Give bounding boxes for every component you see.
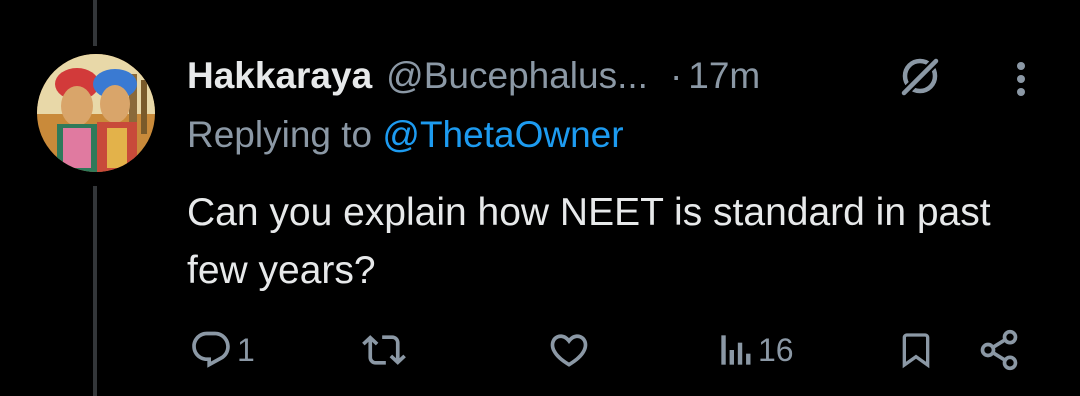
avatar[interactable] — [37, 54, 155, 172]
retweet-button[interactable] — [360, 322, 408, 378]
more-icon[interactable] — [1004, 58, 1038, 100]
avatar-image — [37, 54, 155, 172]
bookmark-icon — [902, 333, 930, 369]
reply-to-mention[interactable]: @ThetaOwner — [382, 114, 623, 155]
views-icon — [721, 335, 751, 365]
replying-to: Replying to @ThetaOwner — [187, 114, 624, 156]
retweet-icon — [362, 335, 406, 365]
replying-to-label: Replying to — [187, 114, 373, 155]
thread-line-top — [93, 0, 97, 46]
action-bar: 1 16 — [0, 322, 1080, 378]
like-button[interactable] — [546, 322, 592, 378]
share-button[interactable] — [976, 322, 1022, 378]
bookmark-button[interactable] — [896, 322, 936, 378]
timestamp[interactable]: 17m — [688, 55, 760, 97]
grok-icon-glyph — [898, 55, 942, 99]
author-name[interactable]: Hakkaraya — [187, 55, 372, 97]
views-button[interactable]: 16 — [718, 322, 794, 378]
tweet-header: Hakkaraya @Bucephalus... · 17m — [187, 48, 760, 104]
share-icon — [980, 329, 1018, 371]
more-icon-glyph — [1017, 62, 1025, 96]
view-count: 16 — [758, 331, 794, 368]
reply-count: 1 — [237, 331, 255, 368]
tweet-text: Can you explain how NEET is standard in … — [187, 191, 991, 292]
author-handle[interactable]: @Bucephalus... — [386, 55, 648, 97]
grok-icon[interactable] — [896, 52, 944, 100]
reply-icon — [192, 331, 230, 368]
heart-icon — [550, 334, 588, 367]
separator-dot: · — [669, 55, 683, 96]
reply-button[interactable]: 1 — [189, 322, 255, 378]
